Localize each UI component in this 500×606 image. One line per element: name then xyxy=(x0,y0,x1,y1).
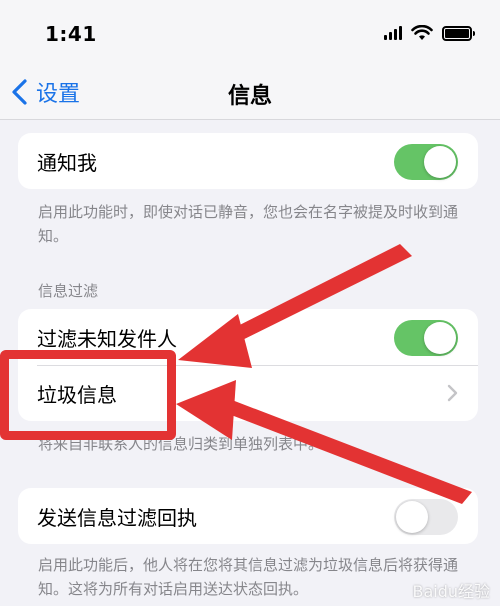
receipts-label: 发送信息过滤回执 xyxy=(37,505,197,530)
status-icons xyxy=(384,25,475,41)
receipts-row: 发送信息过滤回执 xyxy=(18,488,478,544)
signal-icon xyxy=(384,26,402,40)
filter-footer: 将来自非联系人的信息归类到单独列表中。 xyxy=(38,435,324,453)
notify-toggle[interactable] xyxy=(394,144,458,180)
filter-group: 过滤未知发件人 垃圾信息 xyxy=(18,309,478,421)
junk-row[interactable]: 垃圾信息 xyxy=(18,365,478,421)
receipts-toggle[interactable] xyxy=(394,499,458,535)
notify-label: 通知我 xyxy=(37,150,97,175)
notify-row: 通知我 xyxy=(18,133,478,189)
page-title: 信息 xyxy=(227,84,272,109)
status-bar: 1:41 xyxy=(0,0,500,62)
filter-unknown-row: 过滤未知发件人 xyxy=(18,309,478,365)
receipts-footer: 启用此功能后，他人将在您将其信息过滤为垃圾信息后将获得通知。这将为所有对话启用送… xyxy=(38,556,459,598)
filter-unknown-label: 过滤未知发件人 xyxy=(37,326,177,351)
watermark: Baidu经验 xyxy=(412,582,490,601)
battery-icon xyxy=(442,25,475,41)
nav-bar: 设置 信息 xyxy=(0,62,500,120)
filter-unknown-toggle[interactable] xyxy=(394,320,458,356)
status-time: 1:41 xyxy=(45,22,97,46)
filter-section-header: 信息过滤 xyxy=(38,282,99,300)
notify-footer: 启用此功能时，即使对话已静音，您也会在名字被提及时收到通知。 xyxy=(38,203,459,245)
junk-label: 垃圾信息 xyxy=(37,382,117,407)
receipts-group: 发送信息过滤回执 xyxy=(18,488,478,544)
notify-group: 通知我 xyxy=(18,133,478,189)
chevron-right-icon xyxy=(447,384,458,402)
wifi-icon xyxy=(411,25,433,40)
